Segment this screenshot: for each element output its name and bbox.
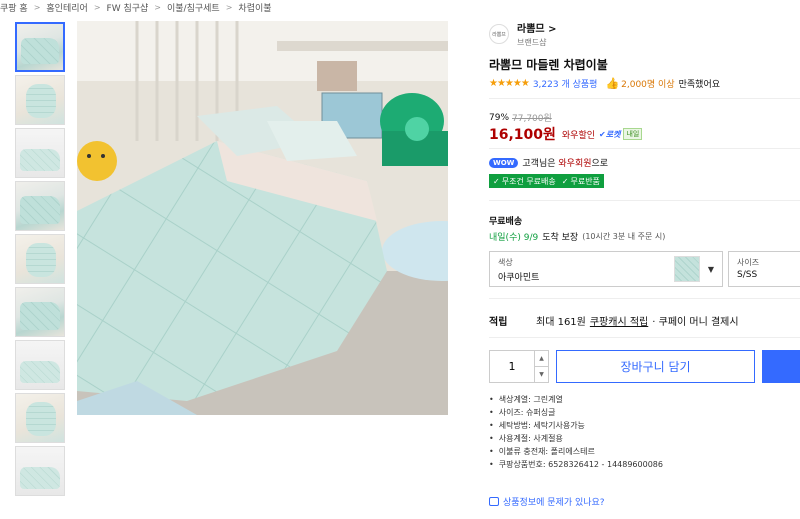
sale-price-row: 16,100원 와우할인 ✔로켓 내일 [489, 124, 643, 144]
tomorrow-badge: 내일 [623, 128, 643, 140]
rocket-icon: ✔로켓 [599, 129, 621, 139]
cash-label: 적립 [489, 317, 508, 328]
quantity-stepper: ▲ ▼ [489, 350, 549, 383]
wow-prefix: 고객님은 [522, 159, 556, 169]
divider [489, 337, 800, 338]
attribute-item: 색상계열: 그린계열 [489, 393, 663, 406]
report-link-text: 상품정보에 문제가 있나요? [503, 498, 605, 508]
quantity-down-button[interactable]: ▼ [535, 367, 548, 382]
shipping-note: (10시간 3분 내 주문 시) [582, 232, 666, 241]
chevron-right-icon: > [33, 2, 41, 12]
benefit-box: ✓ 무조건 무료배송 ✓ 무료반품 [489, 174, 604, 188]
size-option-select[interactable]: 사이즈 S/SS [728, 251, 800, 287]
benefit-free-shipping: 무조건 무료배송 [501, 176, 556, 186]
cash-text: 최대 161원 [536, 317, 586, 328]
bedroom-photo [77, 21, 448, 415]
attribute-list: 색상계열: 그린계열 사이즈: 슈퍼싱글 세탁방법: 세탁기사용가능 사용계절:… [489, 393, 663, 471]
benefit-free-return: 무료반품 [570, 176, 600, 186]
attribute-item: 쿠팡상품번호: 6528326412 - 14489600086 [489, 458, 663, 471]
sale-label: 와우할인 [561, 130, 596, 141]
divider [489, 298, 800, 299]
brand-logo: 라뽐므 [489, 24, 509, 44]
shipping-label: 무료배송 [489, 217, 523, 227]
breadcrumb-item-home[interactable]: 쿠팡 홈 [0, 1, 28, 14]
cash-link[interactable]: 쿠팡캐시 적립 [590, 313, 648, 328]
chevron-down-icon: ▼ [707, 265, 714, 274]
size-option-label: 사이즈 [737, 258, 760, 267]
buy-now-button[interactable] [762, 350, 800, 383]
attribute-item: 세탁방법: 세탁기사용가능 [489, 419, 663, 432]
product-title: 라뽐므 마들렌 차렵이불 [489, 58, 608, 72]
wow-row: WOW 고객님은 와우회원 으로 [489, 156, 608, 169]
add-to-cart-button[interactable]: 장바구니 담기 [556, 350, 755, 383]
rating-row: ★★★★★ 3,223 개 상품평 👍 2,000명 이상 만족했어요 [489, 77, 720, 90]
color-option-thumbnail [674, 256, 700, 282]
discount-rate: 79% [489, 112, 510, 123]
check-icon: ✓ [561, 176, 569, 186]
thumbnail-5[interactable] [15, 234, 65, 284]
thumbnail-4[interactable] [15, 181, 65, 231]
thumbnail-list [15, 22, 67, 499]
thumbnail-2[interactable] [15, 75, 65, 125]
divider [489, 98, 800, 99]
chevron-right-icon: > [93, 2, 101, 12]
chevron-right-icon: > [225, 2, 233, 12]
main-product-image[interactable] [77, 21, 448, 415]
satisfaction-count: 2,000명 이상 [621, 80, 675, 90]
attribute-item: 사이즈: 슈퍼싱글 [489, 406, 663, 419]
attribute-item: 사용계절: 사계절용 [489, 432, 663, 445]
quantity-input[interactable] [490, 351, 534, 382]
satisfaction-suffix: 만족했어요 [678, 80, 721, 90]
wow-member: 와우회원 [558, 159, 592, 169]
thumbnail-8[interactable] [15, 393, 65, 443]
quantity-up-button[interactable]: ▲ [535, 351, 548, 367]
wow-suffix: 으로 [591, 159, 609, 169]
review-count-link[interactable]: 3,223 개 상품평 [533, 77, 598, 90]
sale-price: 16,100원 [489, 127, 556, 143]
original-price: 77,700원 [512, 114, 552, 124]
divider [489, 148, 800, 149]
shipping-row: 내일(수) 9/9 도착 보장 (10시간 3분 내 주문 시) [489, 230, 665, 243]
attribute-item: 이불류 충전재: 폴리에스테르 [489, 445, 663, 458]
breadcrumb-item-bedding-set[interactable]: 이불/침구세트 [167, 1, 220, 14]
report-link[interactable]: 상품정보에 문제가 있나요? [489, 495, 605, 508]
report-icon [489, 497, 499, 506]
thumbnail-7[interactable] [15, 340, 65, 390]
cash-row: 적립 최대 161원 쿠팡캐시 적립 · 쿠페이 머니 결제시 [489, 313, 739, 328]
thumbnail-1[interactable] [15, 22, 65, 72]
thumbnail-3[interactable] [15, 128, 65, 178]
shipping-arrival: 도착 보장 [542, 233, 579, 243]
check-icon: ✓ [493, 176, 500, 186]
brand-name: 라뽐므 > [517, 24, 557, 35]
chevron-right-icon: > [154, 2, 161, 12]
original-price-row: 79% 77,700원 [489, 111, 552, 125]
divider [489, 200, 800, 201]
shipping-date: 내일(수) 9/9 [489, 233, 539, 243]
wow-badge: WOW [489, 157, 519, 168]
thumbnail-6[interactable] [15, 287, 65, 337]
size-option-value: S/SS [737, 270, 758, 280]
rating-stars: ★★★★★ [489, 78, 530, 89]
thumbnail-9[interactable] [15, 446, 65, 496]
cash-sub: · 쿠페이 머니 결제시 [652, 317, 739, 328]
breadcrumb: 쿠팡 홈 > 홈인테리어 > FW 침구샵 > 이불/침구세트 > 차렵이불 [0, 0, 272, 14]
thumbs-up-icon: 👍 [605, 77, 620, 90]
brand-shop-link[interactable]: 라뽐므 라뽐므 > 브랜드샵 [489, 20, 556, 48]
color-option-select[interactable]: 색상 아쿠아민트 ▼ [489, 251, 723, 287]
rocket-label: 로켓 [605, 129, 621, 139]
breadcrumb-item-fw-bedding[interactable]: FW 침구샵 [107, 1, 149, 14]
brand-shop-label: 브랜드샵 [517, 38, 547, 47]
breadcrumb-item-quilt[interactable]: 차렵이불 [238, 1, 271, 14]
breadcrumb-item-interior[interactable]: 홈인테리어 [46, 1, 87, 14]
